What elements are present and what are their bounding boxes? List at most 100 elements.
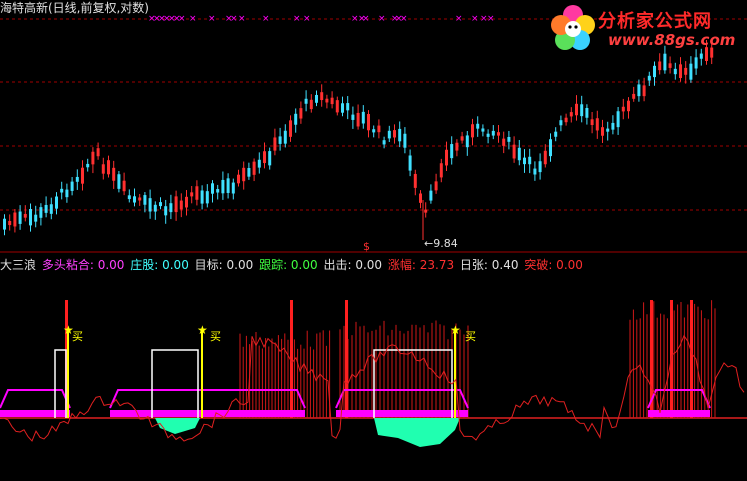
candle-body	[138, 197, 142, 201]
candle-body	[75, 176, 79, 182]
candle-body	[627, 100, 630, 112]
candle-body	[528, 156, 532, 165]
candle-body	[684, 67, 688, 75]
candle-body	[616, 111, 620, 128]
candle-body	[211, 183, 214, 194]
candle-body	[91, 151, 95, 165]
magenta-band	[109, 389, 306, 409]
magenta-bar	[336, 410, 468, 417]
candle-body	[179, 200, 183, 210]
candle-body	[549, 139, 552, 157]
candle-body	[195, 186, 199, 200]
candle-body	[299, 108, 303, 119]
candle-body	[658, 61, 662, 71]
candle-body	[699, 53, 703, 59]
stock-chart-canvas[interactable]: ××××××× × × ×× × × × × × ×× × ××× × × × × ★ ★ ★	[0, 0, 747, 481]
candle-body	[325, 98, 329, 103]
legend-mubiao: 目标: 0.00	[194, 258, 254, 272]
candle-body	[263, 151, 266, 164]
candle-body	[429, 190, 433, 201]
candle-body	[434, 181, 438, 191]
cyan-area	[374, 418, 460, 447]
signal-x-mark: ×	[293, 14, 301, 24]
candle-body	[445, 149, 448, 166]
candle-body	[356, 112, 360, 127]
candle-body	[3, 218, 6, 230]
magenta-bar	[110, 410, 305, 417]
candle-body	[44, 204, 48, 213]
candle-body	[18, 211, 22, 224]
candle-body	[476, 123, 480, 129]
legend-chuji: 出击: 0.00	[323, 258, 383, 272]
candle-body	[335, 100, 339, 113]
candle-body	[320, 92, 324, 101]
signal-x-mark: ×	[189, 14, 197, 24]
candle-body	[413, 173, 417, 188]
candle-body	[346, 103, 350, 111]
candle-body	[497, 132, 500, 136]
candle-body	[268, 151, 272, 166]
candle-body	[408, 155, 412, 171]
candle-body	[341, 103, 344, 113]
candle-body	[491, 130, 495, 136]
candle-body	[127, 195, 131, 200]
candle-body	[107, 160, 110, 175]
candle-body	[81, 167, 84, 184]
candle-body	[393, 130, 396, 138]
candle-body	[70, 181, 74, 191]
candle-body	[122, 180, 126, 192]
candle-body	[377, 125, 381, 133]
legend-rizhang: 日张: 0.40	[459, 258, 519, 272]
candle-body	[398, 128, 402, 142]
candle-body	[205, 191, 209, 204]
candle-body	[632, 93, 636, 99]
chart-title: 海特高新(日线,前复权,对数)	[0, 1, 149, 15]
candle-body	[647, 75, 651, 81]
candle-body	[689, 63, 693, 80]
signal-x-mark: ×	[208, 14, 216, 24]
candle-body	[694, 57, 698, 69]
legend-duotou: 多头粘合: 0.00	[41, 258, 125, 272]
signal-x-mark: ×	[238, 14, 246, 24]
logo-title: 分析家公式网	[598, 11, 712, 32]
candle-body	[174, 196, 178, 213]
candle-body	[465, 135, 469, 148]
candle-body	[13, 212, 17, 227]
buy-signal-3: 买	[465, 330, 476, 343]
candle-body	[653, 65, 656, 78]
candle-body	[569, 112, 573, 117]
legend-name: 大三浪	[0, 258, 37, 272]
buy-signal-2: 买	[210, 330, 221, 343]
candle-body	[439, 163, 443, 178]
candle-body	[294, 113, 298, 125]
candle-body	[8, 220, 12, 226]
candle-body	[148, 198, 152, 212]
candle-body	[231, 182, 235, 194]
candle-body	[153, 204, 157, 212]
candle-body	[221, 179, 225, 194]
candle-body	[361, 111, 365, 124]
magenta-bar	[648, 410, 710, 417]
candle-body	[309, 99, 313, 110]
candle-body	[481, 128, 485, 132]
candle-body	[49, 204, 53, 214]
candle-body	[164, 206, 168, 216]
candle-body	[273, 137, 277, 151]
candle-body	[96, 148, 100, 157]
candle-body	[419, 193, 422, 203]
candle-body	[517, 147, 521, 161]
candle-body	[486, 133, 490, 137]
signal-x-mark: ×	[262, 14, 270, 24]
candle-body	[642, 85, 646, 97]
candle-body	[387, 130, 391, 139]
candle-body	[216, 189, 220, 193]
signal-x-mark: ×	[487, 14, 495, 24]
candle-body	[455, 142, 459, 151]
candle-body	[159, 202, 162, 207]
candle-body	[595, 118, 599, 131]
legend-zhuanggu: 庄股: 0.00	[130, 258, 189, 272]
candle-body	[663, 53, 667, 71]
candle-body	[247, 168, 251, 177]
white-box	[54, 349, 67, 418]
star-icon: ★	[197, 323, 208, 337]
